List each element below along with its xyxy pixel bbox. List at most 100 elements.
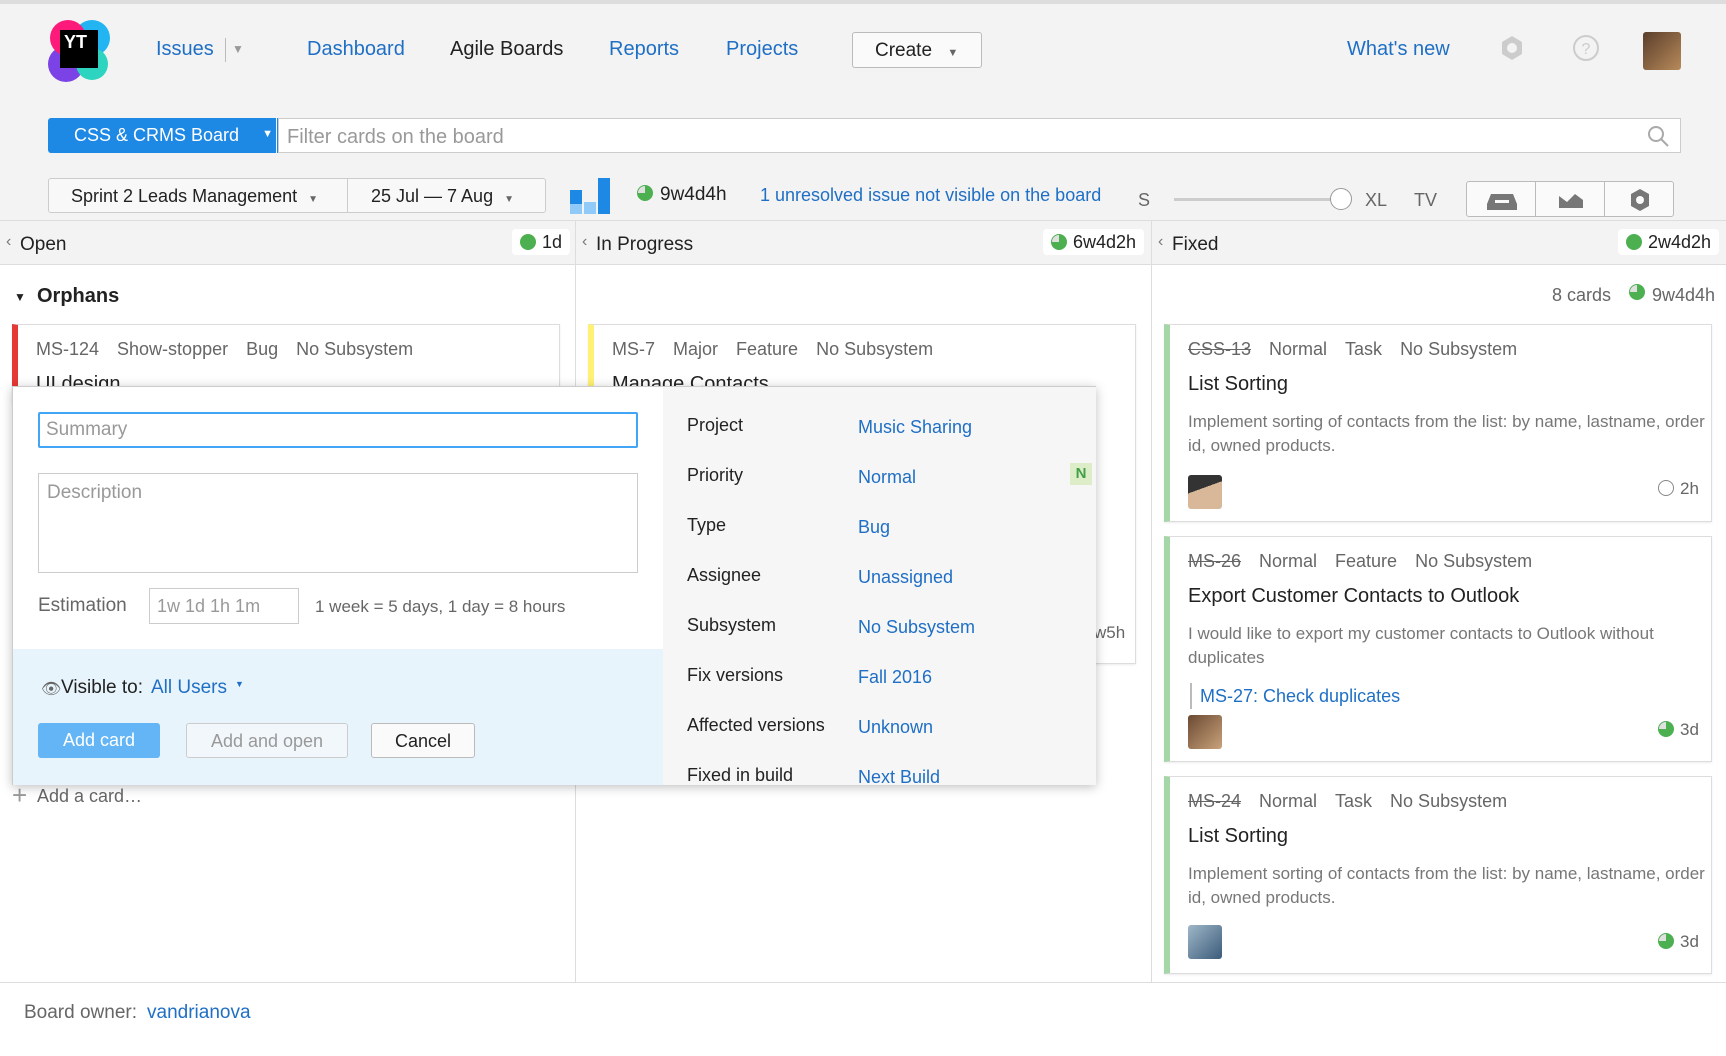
column-name: Open <box>20 234 67 255</box>
board-owner-link[interactable]: vandrianova <box>147 1002 251 1024</box>
card-priority: Normal <box>1259 791 1318 811</box>
board-settings-button[interactable] <box>1604 181 1674 217</box>
issues-dropdown-icon[interactable]: ▼ <box>232 42 244 56</box>
nav-issues[interactable]: Issues <box>156 38 214 61</box>
card-type: Bug <box>246 339 279 359</box>
description-input[interactable]: Description <box>38 473 638 573</box>
nav-dashboard[interactable]: Dashboard <box>307 38 405 61</box>
card-id[interactable]: CSS-13 <box>1188 339 1251 359</box>
charts-button[interactable] <box>1535 181 1605 217</box>
unresolved-issues-link[interactable]: 1 unresolved issue not visible on the bo… <box>760 185 1101 206</box>
card-meta: CSS-13 Normal Task No Subsystem <box>1188 339 1535 360</box>
field-value-assignee[interactable]: Unassigned <box>858 567 953 588</box>
card-title[interactable]: List Sorting <box>1188 373 1288 396</box>
card-priority: Normal <box>1259 551 1318 571</box>
field-value-subsystem[interactable]: No Subsystem <box>858 617 975 638</box>
cancel-button[interactable]: Cancel <box>371 723 475 758</box>
field-label-affected-versions: Affected versions <box>687 715 825 735</box>
svg-text:?: ? <box>1582 41 1591 58</box>
create-button[interactable]: Create ▼ <box>852 32 982 68</box>
estimate-progress-icon <box>1626 234 1642 250</box>
summary-input[interactable]: Summary <box>38 412 638 448</box>
card-ms-24[interactable]: MS-24 Normal Task No Subsystem List Sorting… <box>1164 776 1712 974</box>
card-title[interactable]: List Sorting <box>1188 825 1288 848</box>
card-size-slider-track[interactable] <box>1174 198 1334 201</box>
collapse-left-icon[interactable]: ‹ <box>582 233 587 251</box>
field-value-fixed-in-build[interactable]: Next Build <box>858 767 940 788</box>
card-id[interactable]: MS-24 <box>1188 791 1241 811</box>
swimlane-estimate: 9w4d4h <box>1652 285 1716 305</box>
size-tv-label[interactable]: TV <box>1414 190 1437 211</box>
card-size-slider-handle[interactable] <box>1330 188 1352 210</box>
board-selector-button[interactable]: CSS & CRMS Board ▼ <box>48 118 279 153</box>
card-css-13[interactable]: CSS-13 Normal Task No Subsystem List Sortin… <box>1164 324 1712 522</box>
column-estimate: 1d <box>512 229 571 255</box>
sprint-dates-dropdown[interactable]: 25 Jul — 7 Aug ▼ <box>371 186 514 207</box>
card-ms-26[interactable]: MS-26 Normal Feature No Subsystem Export Cu… <box>1164 536 1712 762</box>
field-value-fix-versions[interactable]: Fall 2016 <box>858 667 932 688</box>
filter-input[interactable]: Filter cards on the board <box>278 118 1681 153</box>
sprint-dropdown[interactable]: Sprint 2 Leads Management ▼ <box>71 186 318 207</box>
field-label-project: Project <box>687 415 744 435</box>
backlog-button[interactable] <box>1466 181 1536 217</box>
swimlane-title[interactable]: Orphans <box>37 285 119 308</box>
board-name: CSS & CRMS Board <box>74 125 240 145</box>
search-icon[interactable] <box>1646 124 1670 148</box>
youtrack-logo[interactable]: YT <box>48 20 110 82</box>
nav-reports[interactable]: Reports <box>609 38 679 61</box>
sprint-selector: Sprint 2 Leads Management ▼ 25 Jul — 7 A… <box>48 178 546 213</box>
column-in-progress-header[interactable]: ‹ In Progress 6w4d2h <box>576 221 1151 265</box>
size-xl-label[interactable]: XL <box>1365 190 1387 211</box>
estimate-progress-icon <box>1658 480 1674 496</box>
column-open-header[interactable]: ‹ Open 1d <box>0 221 575 265</box>
field-label-assignee: Assignee <box>687 565 762 585</box>
card-id[interactable]: MS-7 <box>612 339 655 359</box>
card-type: Feature <box>1335 551 1398 571</box>
burndown-chart-icon[interactable] <box>570 178 612 214</box>
field-value-affected-versions[interactable]: Unknown <box>858 717 933 738</box>
column-estimate-value: 1d <box>542 232 563 252</box>
linked-issue-link[interactable]: MS-27: Check duplicates <box>1200 686 1400 707</box>
nav-divider <box>225 38 226 62</box>
field-value-priority[interactable]: Normal <box>858 467 916 488</box>
card-subsystem: No Subsystem <box>816 339 934 359</box>
visible-to-dropdown[interactable]: All Users <box>151 677 227 699</box>
card-id[interactable]: MS-26 <box>1188 551 1241 571</box>
assignee-avatar[interactable] <box>1188 475 1222 509</box>
sprint-divider <box>347 179 348 212</box>
help-icon[interactable]: ? <box>1572 34 1600 62</box>
card-estimate-group: 3d <box>1658 932 1699 952</box>
card-estimate-group: 3d <box>1658 720 1699 740</box>
board-button-divider <box>276 118 277 153</box>
assignee-avatar[interactable] <box>1188 925 1222 959</box>
collapse-left-icon[interactable]: ‹ <box>1158 233 1163 251</box>
column-fixed-header[interactable]: ‹ Fixed 2w4d2h <box>1152 221 1726 265</box>
user-avatar[interactable] <box>1643 32 1681 70</box>
add-card-link[interactable]: Add a card… <box>37 786 142 807</box>
card-subsystem: No Subsystem <box>296 339 414 359</box>
card-title[interactable]: Export Customer Contacts to Outlook <box>1188 585 1519 608</box>
card-description: Implement sorting of contacts from the l… <box>1188 412 1705 455</box>
add-and-open-button[interactable]: Add and open <box>186 723 348 758</box>
field-value-project[interactable]: Music Sharing <box>858 417 972 438</box>
estimation-input[interactable]: 1w 1d 1h 1m <box>149 588 299 624</box>
assignee-avatar[interactable] <box>1188 715 1222 749</box>
add-card-button[interactable]: Add card <box>38 723 160 758</box>
column-name: In Progress <box>596 234 694 255</box>
chevron-down-icon: ▼ <box>235 679 244 689</box>
nav-projects[interactable]: Projects <box>726 38 798 61</box>
size-s-label[interactable]: S <box>1138 190 1150 211</box>
field-value-type[interactable]: Bug <box>858 517 890 538</box>
chart-icon <box>1559 194 1583 208</box>
card-id[interactable]: MS-124 <box>36 339 99 359</box>
gear-icon[interactable] <box>1498 34 1526 62</box>
estimate-progress-icon <box>637 185 653 201</box>
nav-agile-boards[interactable]: Agile Boards <box>450 38 563 61</box>
collapse-swimlane-icon[interactable]: ▼ <box>14 290 26 304</box>
collapse-left-icon[interactable]: ‹ <box>6 233 11 251</box>
sprint-dates: 25 Jul — 7 Aug <box>371 186 494 206</box>
plus-icon[interactable]: + <box>12 782 27 808</box>
whats-new-link[interactable]: What's new <box>1347 38 1450 61</box>
chevron-down-icon: ▼ <box>308 194 319 205</box>
estimation-label: Estimation <box>38 595 127 616</box>
